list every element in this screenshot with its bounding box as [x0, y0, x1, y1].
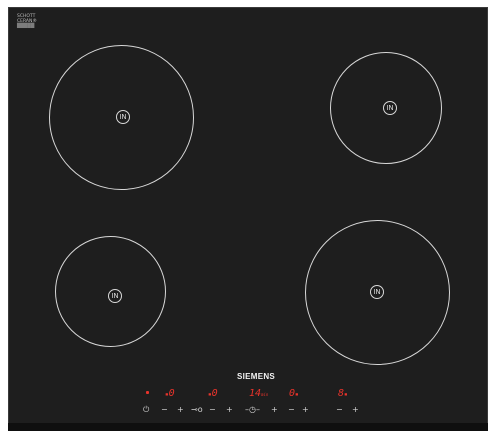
zone1-plus-button[interactable]: +	[177, 405, 184, 415]
power-button[interactable]: ⏻	[143, 405, 149, 415]
zone2-display: ▪0	[208, 388, 218, 399]
timer-button[interactable]: –◷–	[245, 405, 260, 415]
induction-icon: IN	[116, 110, 130, 124]
timer-plus-button[interactable]: +	[271, 405, 278, 415]
induction-icon: IN	[108, 289, 122, 303]
zone3-plus-button[interactable]: +	[302, 405, 309, 415]
timer-display: 14min	[249, 388, 269, 399]
child-lock-button[interactable]: ⊸o	[191, 405, 203, 415]
zone4-display: 8▪	[338, 388, 348, 399]
hob-front-edge	[8, 423, 488, 431]
zone3-minus-button[interactable]: −	[288, 405, 295, 415]
zone2-minus-button[interactable]: −	[209, 405, 216, 415]
induction-icon: IN	[370, 285, 384, 299]
zone4-plus-button[interactable]: +	[352, 405, 359, 415]
induction-icon: IN	[383, 101, 397, 115]
zone1-minus-button[interactable]: −	[161, 405, 168, 415]
power-indicator-light	[146, 391, 149, 394]
zone1-display: ▪0	[165, 388, 175, 399]
zone3-display: 0▪	[289, 388, 299, 399]
glass-maker-logo: SCHOTT CERAN® █████	[17, 14, 37, 29]
zone4-minus-button[interactable]: −	[336, 405, 343, 415]
brand-logo: SIEMENS	[236, 372, 276, 381]
zone2-plus-button[interactable]: +	[226, 405, 233, 415]
